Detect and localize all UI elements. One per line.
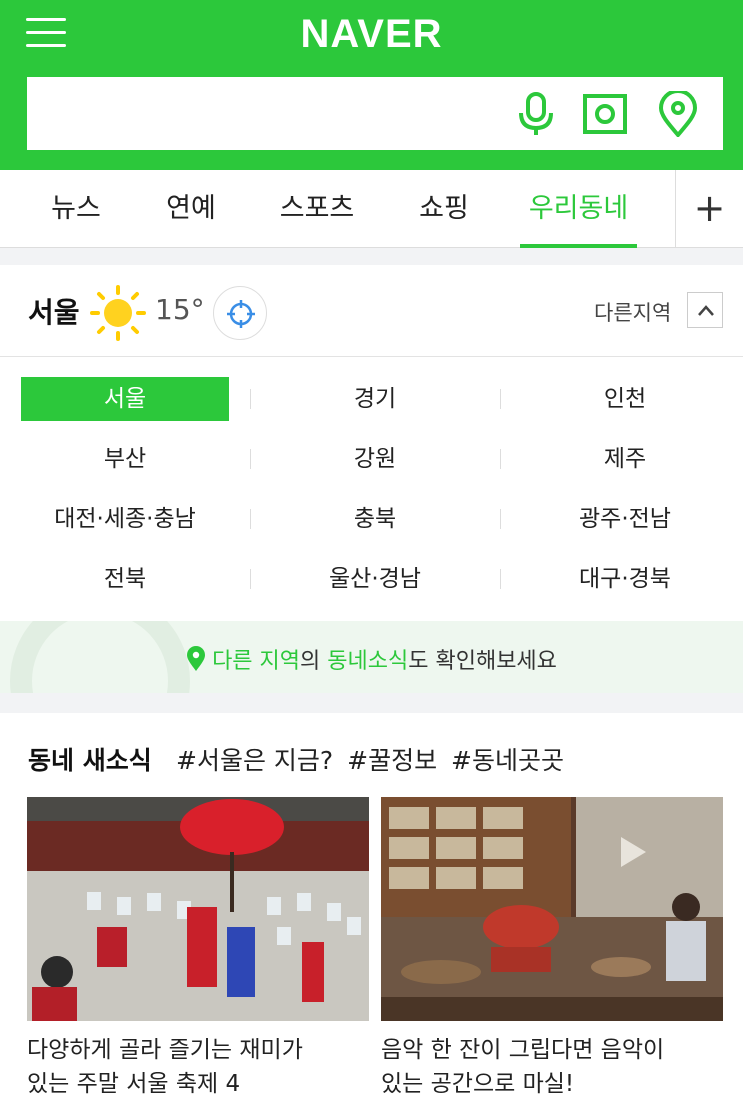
tab-entertainment[interactable]: 연예 [156, 170, 226, 248]
grid-divider [250, 389, 251, 409]
tab-neighborhood[interactable]: 우리동네 [520, 170, 637, 248]
region-daejeon-sejong-chungnam[interactable]: 대전·세종·충남 [21, 497, 229, 541]
header: NAVER [0, 0, 743, 170]
search-box [27, 77, 723, 150]
other-region-link[interactable]: 다른지역 [594, 297, 671, 327]
banner-text: 다른 지역의 동네소식도 확인해보세요 [0, 643, 743, 675]
region-ulsan-gyeongnam[interactable]: 울산·경남 [271, 557, 479, 601]
region-chungbuk[interactable]: 충북 [271, 497, 479, 541]
map-pin-icon [187, 646, 206, 671]
banner-local-news: 동네소식 [327, 649, 409, 674]
collapse-button[interactable] [687, 292, 723, 328]
region-jeonbuk[interactable]: 전북 [21, 557, 229, 601]
region-grid: 서울 경기 인천 부산 강원 제주 대전·세종·충남 충북 광주·전남 전북 울… [0, 357, 743, 613]
region-jeju[interactable]: 제주 [521, 437, 729, 481]
banner-text-part: 의 [300, 649, 328, 674]
add-tab-button[interactable]: + [676, 170, 743, 248]
grid-divider [500, 569, 501, 589]
article-card[interactable]: 음악 한 잔이 그립다면 음악이 있는 공간으로 마실! [381, 797, 723, 1101]
banner-other-region: 다른 지역 [212, 649, 301, 674]
tab-shopping[interactable]: 쇼핑 [408, 170, 480, 248]
grid-divider [250, 449, 251, 469]
region-incheon[interactable]: 인천 [521, 377, 729, 421]
region-busan[interactable]: 부산 [21, 437, 229, 481]
region-gangwon[interactable]: 강원 [271, 437, 479, 481]
sun-icon [90, 285, 146, 341]
grid-divider [250, 569, 251, 589]
region-seoul[interactable]: 서울 [21, 377, 229, 421]
weather-region-card: 서울 15° 다른지역 서울 경기 인천 부산 강원 제주 대전·세종·충남 충… [0, 265, 743, 693]
naver-logo[interactable]: NAVER [0, 12, 743, 57]
region-gyeonggi[interactable]: 경기 [271, 377, 479, 421]
hashtag-list: #서울은 지금? #꿀정보 #동네곳곳 [176, 741, 570, 777]
location-pin-icon[interactable] [655, 89, 701, 139]
section-title: 동네 새소식 [28, 746, 152, 775]
article-card[interactable]: 다양하게 골라 즐기는 재미가 있는 주말 서울 축제 4 [27, 797, 369, 1101]
crosshair-icon [227, 300, 255, 328]
local-news-section: 동네 새소식 #서울은 지금? #꿀정보 #동네곳곳 다양하게 골라 즐기는 재… [0, 713, 743, 1107]
current-city: 서울 [28, 296, 80, 329]
grid-divider [500, 389, 501, 409]
tab-news[interactable]: 뉴스 [40, 170, 112, 248]
hashtag[interactable]: #서울은 지금? [176, 746, 333, 775]
grid-divider [500, 449, 501, 469]
hashtag[interactable]: #동네곳곳 [451, 746, 564, 775]
grid-divider [500, 509, 501, 529]
grid-divider [250, 509, 251, 529]
search-input[interactable] [39, 87, 509, 140]
hashtag[interactable]: #꿀정보 [347, 746, 437, 775]
article-title: 다양하게 골라 즐기는 재미가 있는 주말 서울 축제 4 [27, 1037, 303, 1097]
tab-sports[interactable]: 스포츠 [270, 170, 364, 248]
article-thumbnail [381, 797, 723, 1021]
chevron-up-icon [698, 305, 714, 316]
camera-lens-icon[interactable] [582, 91, 628, 137]
other-region-news-banner[interactable]: 다른 지역의 동네소식도 확인해보세요 [0, 621, 743, 693]
article-title: 음악 한 잔이 그립다면 음악이 있는 공간으로 마실! [381, 1037, 665, 1097]
category-tabs: 뉴스 연예 스포츠 쇼핑 우리동네 + [0, 170, 743, 248]
article-thumbnail [27, 797, 369, 1021]
temperature: 15° [155, 293, 205, 326]
microphone-icon[interactable] [513, 91, 559, 137]
locate-button[interactable] [213, 286, 267, 340]
region-gwangju-jeonnam[interactable]: 광주·전남 [521, 497, 729, 541]
region-daegu-gyeongbuk[interactable]: 대구·경북 [521, 557, 729, 601]
banner-text-part: 도 확인해보세요 [408, 649, 557, 674]
weather-row: 서울 15° 다른지역 [0, 265, 743, 357]
